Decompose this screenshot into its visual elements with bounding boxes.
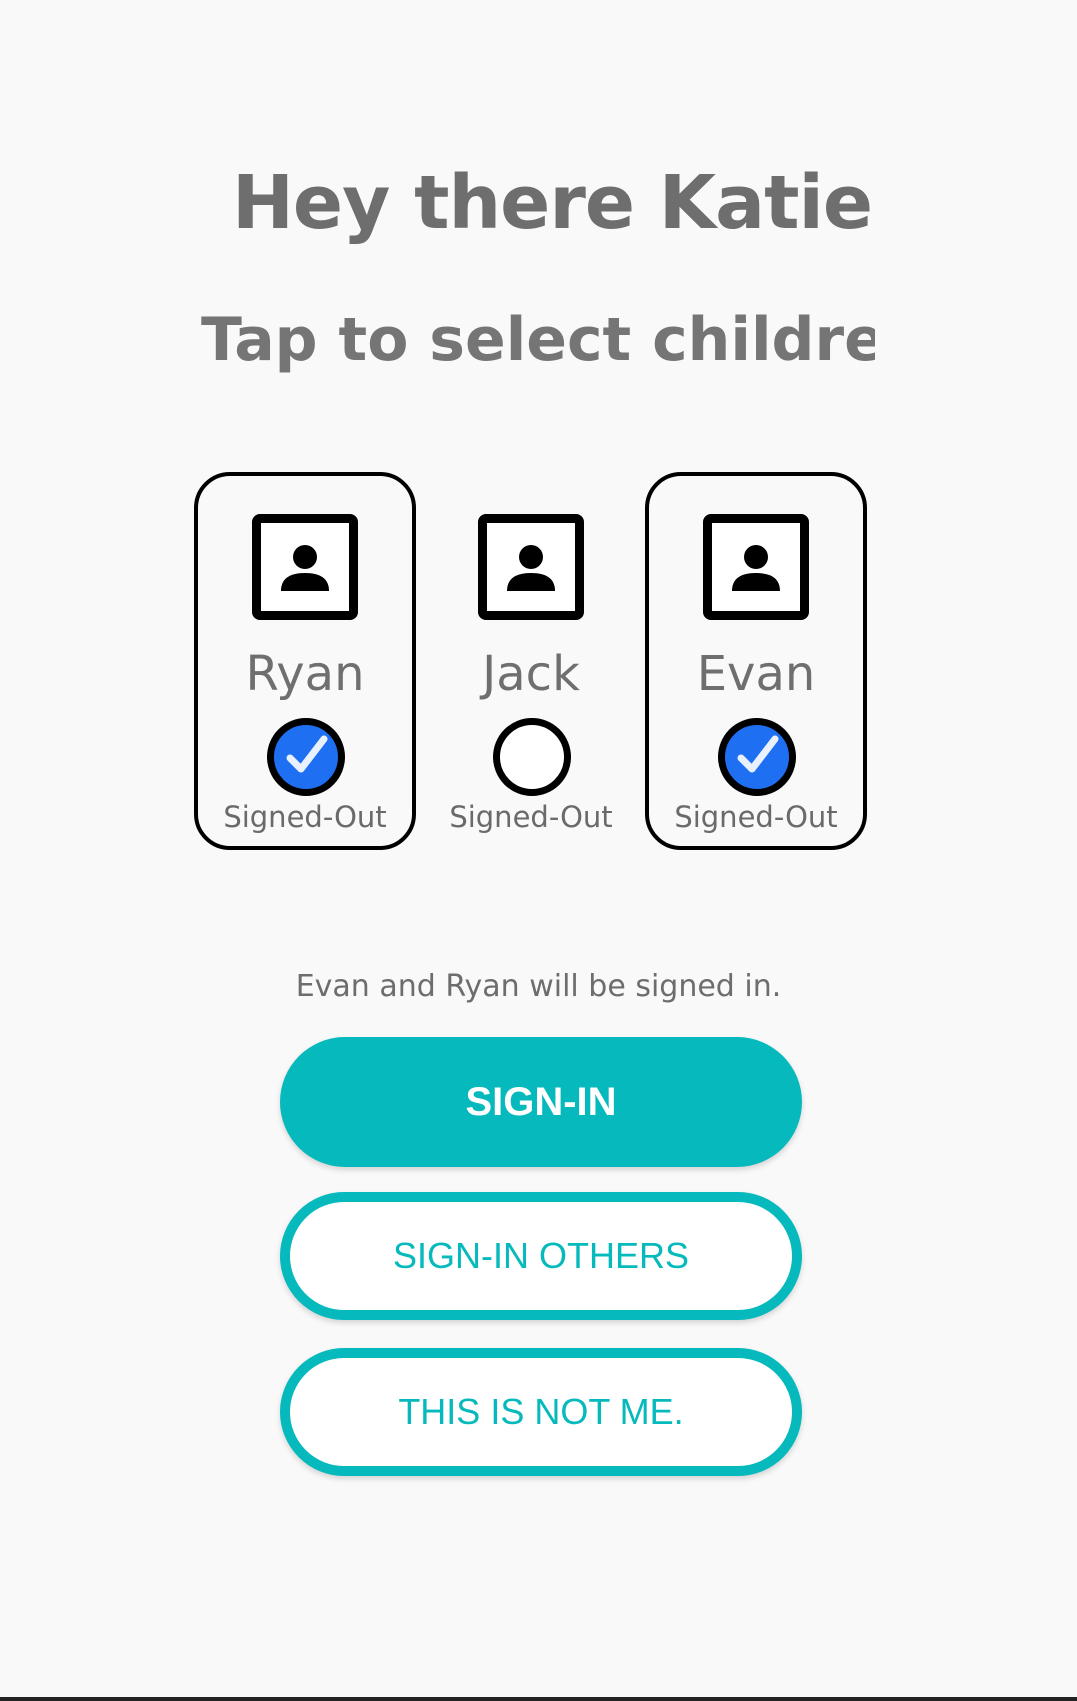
- checkmark-icon[interactable]: [267, 718, 345, 796]
- not-me-button[interactable]: THIS IS NOT ME.: [280, 1348, 802, 1476]
- child-card-ryan[interactable]: Ryan Signed-Out: [194, 472, 416, 850]
- child-card-evan[interactable]: Evan Signed-Out: [645, 472, 867, 850]
- child-name: Jack: [482, 646, 580, 702]
- child-status: Signed-Out: [449, 800, 613, 834]
- child-card-jack[interactable]: Jack Signed-Out: [420, 472, 642, 850]
- person-portrait-icon: [252, 514, 358, 620]
- child-status: Signed-Out: [223, 800, 387, 834]
- selection-summary: Evan and Ryan will be signed in.: [295, 969, 782, 1004]
- empty-circle-icon[interactable]: [493, 718, 571, 796]
- bottom-edge: [0, 1697, 1077, 1701]
- person-portrait-icon: [478, 514, 584, 620]
- child-status: Signed-Out: [674, 800, 838, 834]
- person-portrait-icon: [703, 514, 809, 620]
- child-name: Evan: [696, 646, 816, 702]
- subtitle: Tap to select children: [201, 305, 875, 375]
- sign-in-others-button[interactable]: SIGN-IN OTHERS: [280, 1192, 802, 1320]
- sign-in-button[interactable]: SIGN-IN: [280, 1037, 802, 1167]
- header-area: Hey there Katie Tap to select children: [0, 0, 875, 420]
- checkmark-icon[interactable]: [718, 718, 796, 796]
- greeting-title: Hey there Katie: [232, 160, 873, 246]
- child-name: Ryan: [245, 646, 365, 702]
